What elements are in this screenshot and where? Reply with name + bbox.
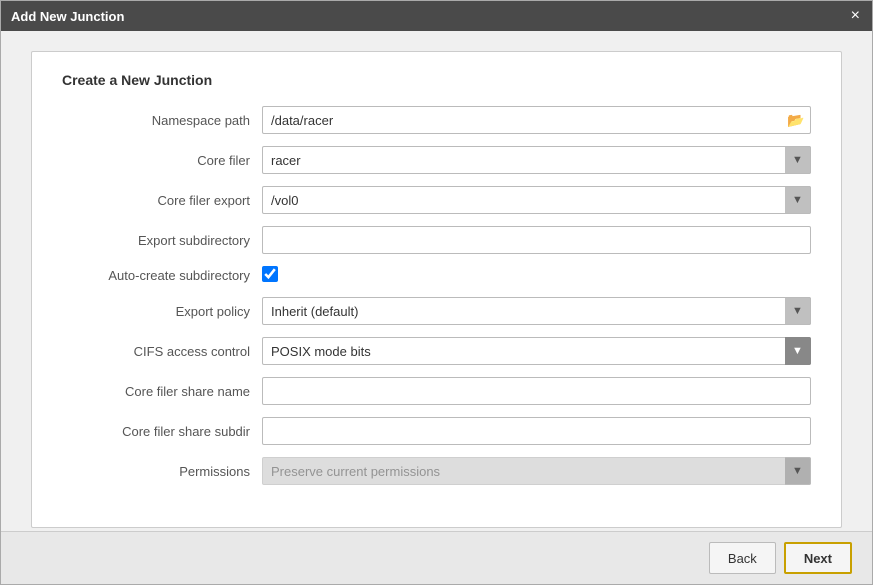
permissions-row: Permissions Preserve current permissions… [62, 457, 811, 485]
dialog-titlebar: Add New Junction × [1, 1, 872, 31]
cifs-access-control-select-wrapper: POSIX mode bits ▼ [262, 337, 811, 365]
export-policy-select[interactable]: Inherit (default) [262, 297, 811, 325]
core-filer-share-name-label: Core filer share name [62, 384, 262, 399]
core-filer-control: racer ▼ [262, 146, 811, 174]
auto-create-subdirectory-checkbox[interactable] [262, 266, 278, 282]
next-button[interactable]: Next [784, 542, 852, 574]
core-filer-share-name-row: Core filer share name [62, 377, 811, 405]
auto-create-subdirectory-control [262, 266, 811, 285]
export-policy-select-wrapper: Inherit (default) ▼ [262, 297, 811, 325]
cifs-access-control-control: POSIX mode bits ▼ [262, 337, 811, 365]
core-filer-select-wrapper: racer ▼ [262, 146, 811, 174]
core-filer-export-select-wrapper: /vol0 ▼ [262, 186, 811, 214]
export-subdirectory-label: Export subdirectory [62, 233, 262, 248]
namespace-path-input[interactable] [262, 106, 811, 134]
back-button[interactable]: Back [709, 542, 776, 574]
dialog-body: Create a New Junction Namespace path 📂 C… [1, 31, 872, 531]
export-subdirectory-input[interactable] [262, 226, 811, 254]
core-filer-row: Core filer racer ▼ [62, 146, 811, 174]
core-filer-label: Core filer [62, 153, 262, 168]
dialog-title: Add New Junction [11, 9, 124, 24]
core-filer-share-subdir-input[interactable] [262, 417, 811, 445]
dialog-footer: Back Next [1, 531, 872, 584]
section-title: Create a New Junction [62, 72, 811, 88]
permissions-control: Preserve current permissions ▼ [262, 457, 811, 485]
core-filer-export-control: /vol0 ▼ [262, 186, 811, 214]
export-policy-label: Export policy [62, 304, 262, 319]
core-filer-share-subdir-row: Core filer share subdir [62, 417, 811, 445]
namespace-path-control: 📂 [262, 106, 811, 134]
permissions-select-wrapper: Preserve current permissions ▼ [262, 457, 811, 485]
core-filer-share-name-control [262, 377, 811, 405]
auto-create-subdirectory-row: Auto-create subdirectory [62, 266, 811, 285]
namespace-path-row: Namespace path 📂 [62, 106, 811, 134]
core-filer-export-label: Core filer export [62, 193, 262, 208]
cifs-access-control-select[interactable]: POSIX mode bits [262, 337, 811, 365]
core-filer-export-select[interactable]: /vol0 [262, 186, 811, 214]
export-policy-row: Export policy Inherit (default) ▼ [62, 297, 811, 325]
auto-create-subdirectory-label: Auto-create subdirectory [62, 268, 262, 283]
export-subdirectory-control [262, 226, 811, 254]
core-filer-share-subdir-label: Core filer share subdir [62, 424, 262, 439]
core-filer-share-subdir-control [262, 417, 811, 445]
core-filer-export-row: Core filer export /vol0 ▼ [62, 186, 811, 214]
form-section: Create a New Junction Namespace path 📂 C… [31, 51, 842, 528]
export-subdirectory-row: Export subdirectory [62, 226, 811, 254]
namespace-path-label: Namespace path [62, 113, 262, 128]
permissions-label: Permissions [62, 464, 262, 479]
close-button[interactable]: × [849, 8, 862, 24]
cifs-access-control-label: CIFS access control [62, 344, 262, 359]
core-filer-select[interactable]: racer [262, 146, 811, 174]
namespace-input-wrapper: 📂 [262, 106, 811, 134]
cifs-access-control-row: CIFS access control POSIX mode bits ▼ [62, 337, 811, 365]
permissions-select[interactable]: Preserve current permissions [262, 457, 811, 485]
add-new-junction-dialog: Add New Junction × Create a New Junction… [0, 0, 873, 585]
core-filer-share-name-input[interactable] [262, 377, 811, 405]
browse-icon[interactable]: 📂 [787, 111, 805, 129]
export-policy-control: Inherit (default) ▼ [262, 297, 811, 325]
